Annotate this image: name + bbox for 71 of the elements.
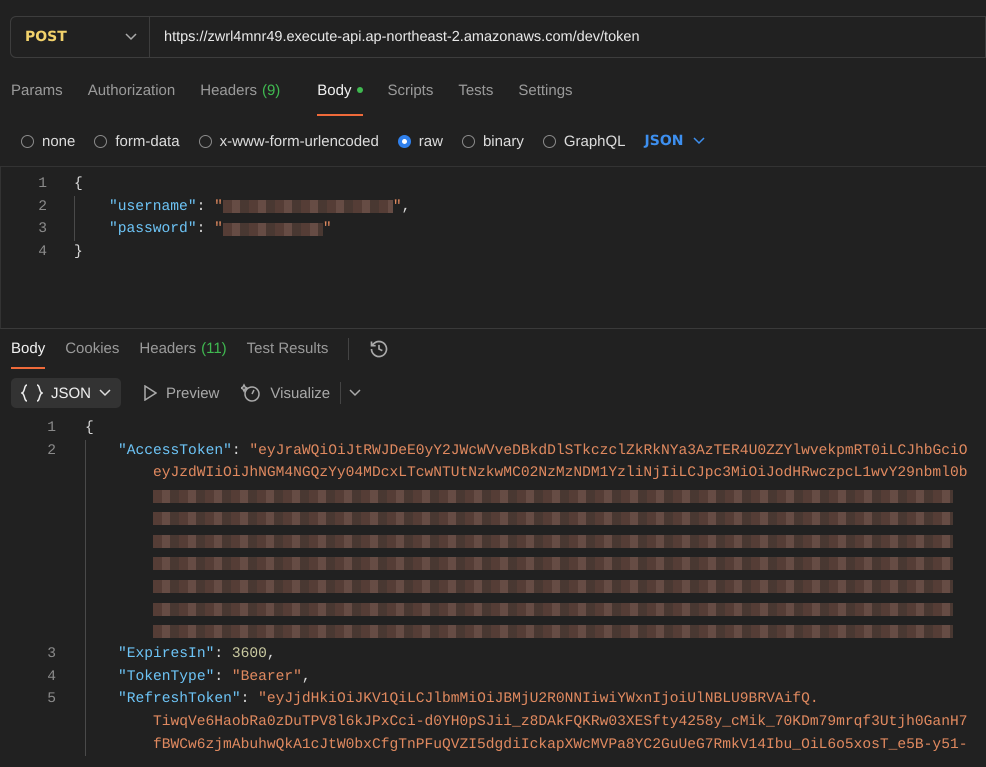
response-format-select[interactable]: JSON <box>11 378 122 408</box>
line-number: 2 <box>37 198 47 215</box>
play-icon <box>143 385 158 401</box>
json-value: " <box>392 198 402 215</box>
json-punctuation: } <box>74 244 83 260</box>
request-editor[interactable]: 1 { 2 "username": " ", 3 "password": " " 4 } <box>0 166 986 329</box>
line-number: 1 <box>37 176 47 192</box>
response-tab[interactable]: Cookies <box>65 329 120 369</box>
body-type-radio[interactable]: form-data <box>94 132 180 150</box>
visualize-button[interactable]: Visualize <box>241 383 330 403</box>
json-key: "ExpiresIn" <box>118 646 214 662</box>
chevron-down-icon <box>125 33 137 41</box>
json-value: " <box>214 198 223 215</box>
json-value: "Bearer" <box>232 668 302 685</box>
json-punctuation: : <box>240 691 250 708</box>
line-number: 4 <box>46 668 56 685</box>
json-value: TiwqVe6HaobRa0zDuTPV8l6kJPxCci-d0YH0pSJii_z8DAkFQKRw03XESfty4258y_cMik_70KDm79mrqf3Utjh0GanH7 <box>153 714 968 730</box>
json-punctuation: , <box>266 646 276 662</box>
request-tab[interactable]: Settings <box>518 66 573 116</box>
json-value: " <box>322 221 332 238</box>
json-key: "RefreshToken" <box>118 691 241 708</box>
request-tab[interactable]: Headers (9) <box>200 66 280 116</box>
request-tab[interactable]: Authorization <box>88 66 176 116</box>
json-value: "eyJraWQiOiJtRWJDeE0yY2JWcWVveDBkdDlSTkczclZkRkNYa3AzTER4U0ZZYlwvekpmRT0iLCJhbGciO <box>249 442 968 459</box>
json-punctuation: { <box>85 420 94 436</box>
response-tab[interactable]: Headers (11) <box>139 329 227 369</box>
json-punctuation: : <box>214 646 224 662</box>
body-type-radio[interactable]: raw <box>398 132 443 150</box>
url-field[interactable]: https://zwrl4mnr49.execute-api.ap-northeast-2.amazonaws.com/dev/token <box>150 16 986 58</box>
request-tab[interactable]: Body <box>317 66 362 116</box>
body-type-radio[interactable]: binary <box>462 132 524 150</box>
line-number: 1 <box>46 420 56 436</box>
body-type-radio[interactable]: x-www-form-urlencoded <box>198 132 379 150</box>
line-number: 4 <box>37 244 47 260</box>
json-key: "AccessToken" <box>118 442 232 459</box>
request-tab[interactable]: Tests <box>458 66 494 116</box>
json-punctuation: : <box>232 442 242 459</box>
body-type-radio[interactable]: GraphQL <box>542 132 626 150</box>
json-punctuation: , <box>302 668 311 685</box>
json-value: " <box>214 221 223 238</box>
body-type-radio[interactable]: none <box>21 132 76 150</box>
json-punctuation: { <box>74 176 83 192</box>
json-punctuation: : <box>196 198 206 215</box>
chevron-down-icon <box>349 389 362 397</box>
line-number: 2 <box>46 442 56 459</box>
json-value: "eyJjdHkiOiJKV1QiLCJlbmMiOiJBMjU2R0NNIiwiYWxnIjoiUlNBLU9BRVAifQ. <box>258 691 819 708</box>
sparkle-timer-icon <box>241 383 262 403</box>
response-tab[interactable]: Test Results <box>246 329 328 369</box>
json-key: "username" <box>109 198 197 215</box>
history-icon[interactable] <box>369 339 390 359</box>
method-select[interactable]: POST <box>10 16 150 58</box>
json-punctuation: : <box>214 668 224 685</box>
line-number: 3 <box>46 646 56 662</box>
format-select[interactable]: JSON <box>644 133 706 149</box>
json-punctuation: : <box>196 221 206 238</box>
json-punctuation: , <box>402 198 410 215</box>
preview-button[interactable]: Preview <box>143 384 220 402</box>
json-value: fBWCw6zjmAbuhwQkA1cJtW0bxCfgTnPFuQVZI5dgdiIckapXWcMVPa8YC2GuUeG7RmkV14Ibu_OiL6o5xosT_e5B-y51- <box>153 736 968 753</box>
json-value: 3600 <box>232 646 267 662</box>
line-number: 5 <box>46 691 56 708</box>
json-value: eyJzdWIiOiJhNGM4NGQzYy04MDcxLTcwNTUtNzkwMC02NzMzNDM1YzliNjIiLCJpc3MiOiJodHRwczpcL1wvY29nbml0b <box>153 465 968 482</box>
more-options-button[interactable] <box>349 389 362 397</box>
line-number: 3 <box>37 221 47 238</box>
chevron-down-icon <box>99 389 112 397</box>
chevron-down-icon <box>693 137 706 145</box>
braces-icon <box>21 384 43 402</box>
json-key: "TokenType" <box>118 668 214 685</box>
response-tab[interactable]: Body <box>11 329 46 369</box>
request-tab[interactable]: Params <box>11 66 63 116</box>
request-tab[interactable]: Scripts <box>388 66 434 116</box>
json-key: "password" <box>109 221 197 238</box>
